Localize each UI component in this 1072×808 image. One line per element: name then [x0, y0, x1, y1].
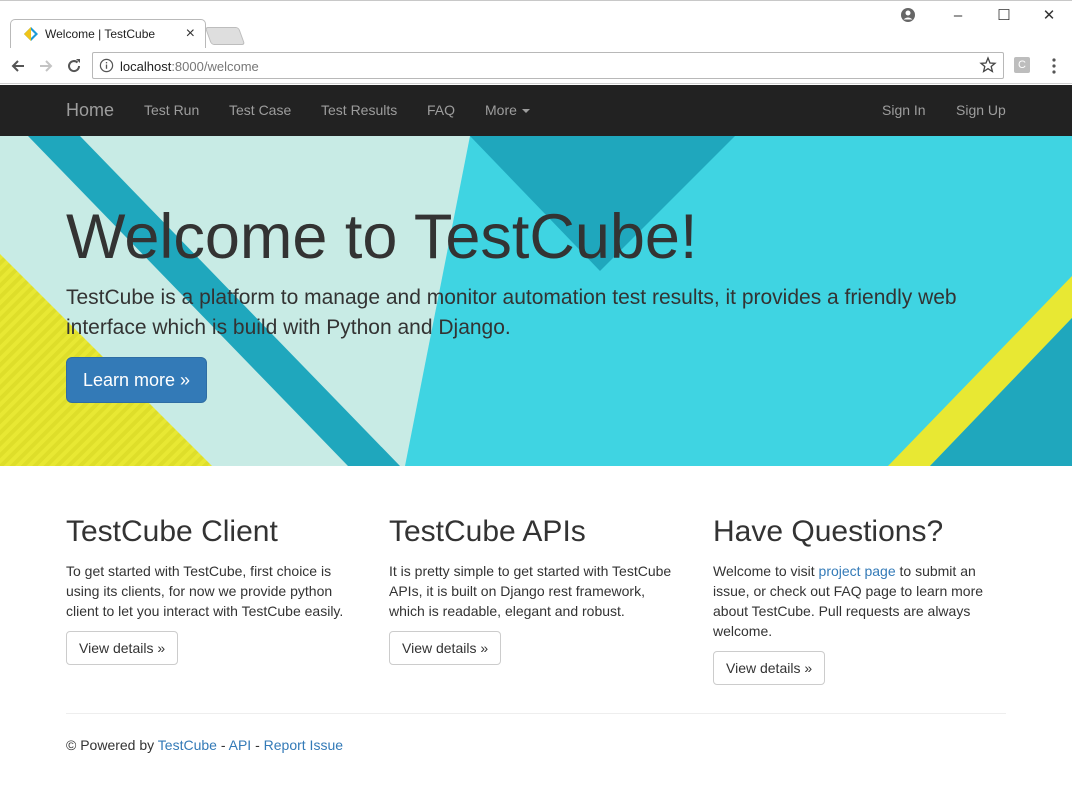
- nav-test-case-link[interactable]: Test Case: [229, 102, 291, 119]
- url-text: localhost:8000/welcome: [120, 59, 259, 74]
- footer-api-link[interactable]: API: [229, 737, 252, 753]
- tab-title: Welcome | TestCube: [45, 27, 156, 41]
- questions-description: Welcome to visit project page to submit …: [713, 563, 984, 639]
- apis-description: It is pretty simple to get started with …: [389, 563, 672, 619]
- client-description: To get started with TestCube, first choi…: [66, 563, 344, 619]
- bookmark-star-icon[interactable]: [979, 56, 997, 74]
- nav-home-link[interactable]: Home: [66, 100, 114, 120]
- client-heading: TestCube Client: [66, 515, 278, 548]
- client-view-details-button[interactable]: View details »: [66, 631, 179, 665]
- nav-faq-link[interactable]: FAQ: [427, 102, 455, 119]
- footer: © Powered by TestCube - API - Report Iss…: [66, 737, 344, 753]
- questions-heading: Have Questions?: [713, 515, 944, 548]
- nav-sign-up-link[interactable]: Sign Up: [956, 102, 1006, 119]
- info-icon[interactable]: [99, 58, 114, 73]
- nav-sign-in-link[interactable]: Sign In: [882, 102, 926, 119]
- new-tab-button[interactable]: [204, 27, 246, 45]
- nav-test-run-link[interactable]: Test Run: [144, 102, 199, 119]
- testcube-favicon-icon: [24, 27, 38, 41]
- apis-heading: TestCube APIs: [389, 515, 586, 548]
- caret-down-icon: [521, 109, 530, 114]
- footer-report-issue-link[interactable]: Report Issue: [264, 737, 343, 753]
- footer-divider: [66, 713, 1006, 714]
- questions-column: Have Questions? Welcome to visit project…: [713, 513, 1007, 685]
- hero-title: Welcome to TestCube!: [66, 202, 698, 272]
- apis-view-details-button[interactable]: View details »: [389, 631, 502, 665]
- footer-testcube-link[interactable]: TestCube: [158, 737, 217, 753]
- close-tab-icon[interactable]: ×: [186, 24, 195, 44]
- reload-icon[interactable]: [64, 56, 84, 76]
- browser-menu-icon[interactable]: [1048, 57, 1060, 75]
- nav-more-dropdown[interactable]: More: [485, 102, 530, 119]
- minimize-icon[interactable]: –: [946, 7, 970, 25]
- project-page-link[interactable]: project page: [819, 563, 896, 579]
- address-bar[interactable]: localhost:8000/welcome: [92, 52, 1004, 79]
- browser-toolbar: localhost:8000/welcome C: [0, 48, 1072, 84]
- nav-more-label: More: [485, 102, 517, 118]
- hero-description: TestCube is a platform to manage and mon…: [66, 286, 957, 339]
- extension-icon[interactable]: C: [1014, 57, 1030, 73]
- nav-test-results-link[interactable]: Test Results: [321, 102, 397, 119]
- window-close-icon[interactable]: ✕: [1037, 7, 1061, 25]
- learn-more-button[interactable]: Learn more »: [66, 357, 207, 403]
- hero-jumbotron: Welcome to TestCube! TestCube is a platf…: [0, 136, 1072, 466]
- maximize-icon[interactable]: ☐: [992, 7, 1016, 25]
- forward-icon[interactable]: [36, 56, 56, 76]
- back-icon[interactable]: [8, 56, 28, 76]
- browser-tab[interactable]: Welcome | TestCube ×: [10, 19, 206, 49]
- footer-prefix: © Powered by: [66, 737, 158, 753]
- apis-column: TestCube APIs It is pretty simple to get…: [389, 513, 683, 665]
- questions-view-details-button[interactable]: View details »: [713, 651, 826, 685]
- client-column: TestCube Client To get started with Test…: [66, 513, 360, 665]
- profile-icon[interactable]: [900, 7, 916, 23]
- browser-tab-strip: Welcome | TestCube × – ☐ ✕: [0, 0, 1072, 49]
- site-navbar: Home Test Run Test Case Test Results FAQ…: [0, 85, 1072, 136]
